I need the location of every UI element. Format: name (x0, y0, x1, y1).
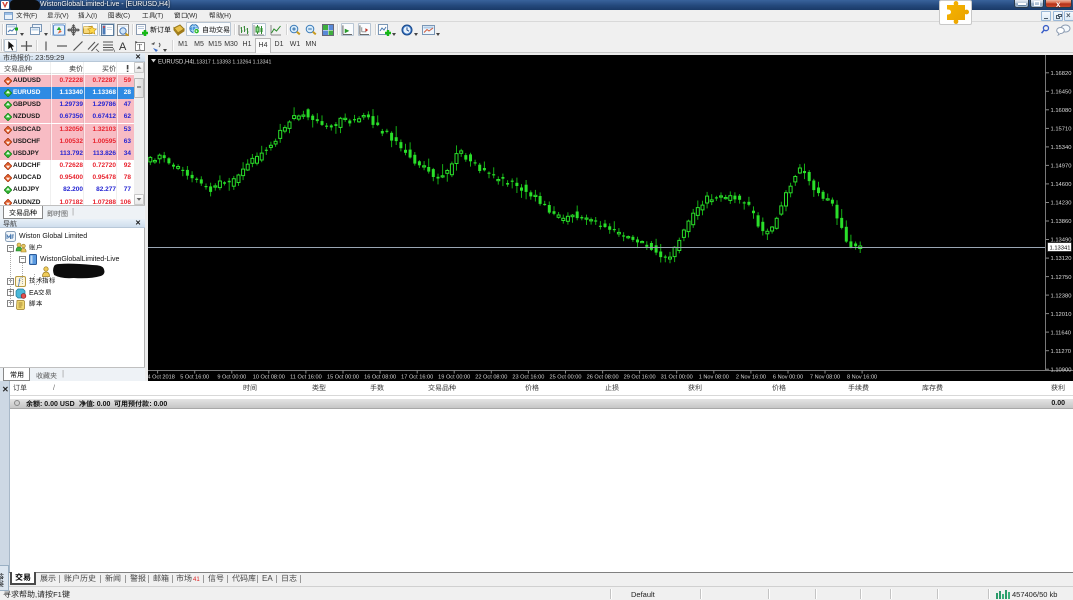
svg-text:1.13341: 1.13341 (1050, 245, 1071, 251)
svg-text:1.13120: 1.13120 (1051, 256, 1072, 262)
svg-text:4 Oct 2018: 4 Oct 2018 (148, 375, 175, 381)
svg-text:1.15340: 1.15340 (1051, 145, 1072, 151)
svg-text:11 Oct 16:00: 11 Oct 16:00 (290, 375, 322, 381)
svg-text:1.13860: 1.13860 (1051, 219, 1072, 225)
svg-text:1.10900: 1.10900 (1051, 367, 1072, 373)
svg-text:1.11270: 1.11270 (1051, 349, 1072, 355)
svg-text:1.12380: 1.12380 (1051, 293, 1072, 299)
svg-text:1.15710: 1.15710 (1051, 127, 1072, 133)
svg-text:8 Nov 16:00: 8 Nov 16:00 (847, 375, 877, 381)
svg-text:6 Nov 00:00: 6 Nov 00:00 (773, 375, 803, 381)
svg-text:22 Oct 08:00: 22 Oct 08:00 (475, 375, 507, 381)
svg-text:9 Oct 00:00: 9 Oct 00:00 (217, 375, 246, 381)
svg-text:29 Oct 16:00: 29 Oct 16:00 (624, 375, 656, 381)
svg-text:1.16080: 1.16080 (1051, 108, 1072, 114)
svg-text:1.16820: 1.16820 (1051, 71, 1072, 77)
svg-text:T: T (137, 42, 142, 51)
svg-text:1.13317 1.13393 1.13264 1.1334: 1.13317 1.13393 1.13264 1.13341 (192, 59, 271, 65)
svg-text:17 Oct 16:00: 17 Oct 16:00 (401, 375, 433, 381)
svg-text:2 Nov 16:00: 2 Nov 16:00 (736, 375, 766, 381)
svg-text:7 Nov 08:00: 7 Nov 08:00 (810, 375, 840, 381)
svg-text:10 Oct 08:00: 10 Oct 08:00 (253, 375, 285, 381)
svg-text:1.12010: 1.12010 (1051, 312, 1072, 318)
svg-text:1.14230: 1.14230 (1051, 201, 1072, 207)
svg-text:EURUSD,H4: EURUSD,H4 (158, 60, 193, 66)
svg-text:1.14600: 1.14600 (1051, 182, 1072, 188)
svg-text:A: A (119, 41, 127, 52)
svg-text:1.16450: 1.16450 (1051, 90, 1072, 96)
svg-text:1.14970: 1.14970 (1051, 164, 1072, 170)
svg-text:31 Oct 00:00: 31 Oct 00:00 (661, 375, 693, 381)
svg-text:15 Oct 00:00: 15 Oct 00:00 (327, 375, 359, 381)
svg-text:23 Oct 16:00: 23 Oct 16:00 (512, 375, 544, 381)
svg-text:1.11640: 1.11640 (1051, 330, 1072, 336)
svg-text:1.12750: 1.12750 (1051, 275, 1072, 281)
svg-text:5 Oct 16:00: 5 Oct 16:00 (180, 375, 209, 381)
svg-text:25 Oct 00:00: 25 Oct 00:00 (549, 375, 581, 381)
svg-text:19 Oct 00:00: 19 Oct 00:00 (438, 375, 470, 381)
svg-text:26 Oct 08:00: 26 Oct 08:00 (587, 375, 619, 381)
svg-text:1 Nov 08:00: 1 Nov 08:00 (699, 375, 729, 381)
svg-text:16 Oct 08:00: 16 Oct 08:00 (364, 375, 396, 381)
